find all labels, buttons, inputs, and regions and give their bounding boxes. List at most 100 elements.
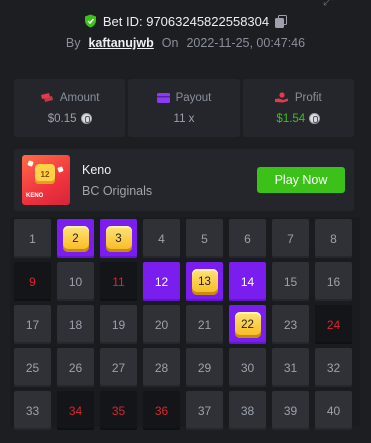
keno-hit-gem: 13 bbox=[191, 268, 218, 295]
keno-cell-6: 6 bbox=[229, 219, 266, 258]
keno-cell-number: 4 bbox=[158, 231, 165, 246]
keno-cell-25: 25 bbox=[14, 348, 51, 387]
keno-hit-gem: 3 bbox=[105, 225, 132, 252]
keno-thumbnail[interactable]: 12 KENO bbox=[22, 155, 70, 205]
keno-cell-10: 10 bbox=[57, 262, 94, 301]
keno-cell-number: 33 bbox=[25, 403, 40, 418]
game-card: 12 KENO Keno BC Originals Play Now bbox=[14, 149, 354, 211]
keno-cell-14: 14 bbox=[229, 262, 266, 301]
keno-cell-8: 8 bbox=[315, 219, 352, 258]
keno-cell-2: 2 bbox=[57, 219, 94, 258]
bet-details-header: ⤢ Bet ID: 97063245822558304 By kaftanujw… bbox=[0, 0, 371, 58]
bet-datetime: 2022-11-25, 00:47:46 bbox=[186, 36, 306, 50]
keno-cell-16: 16 bbox=[315, 262, 352, 301]
card-icon bbox=[156, 92, 170, 103]
stat-profit-value: $1.54 bbox=[276, 112, 306, 125]
stat-profit: Profit $1.54 bbox=[242, 79, 354, 137]
keno-cell-number: 35 bbox=[111, 403, 126, 418]
keno-cell-28: 28 bbox=[143, 348, 180, 387]
keno-cell-number: 15 bbox=[283, 274, 298, 289]
keno-cell-number: 16 bbox=[326, 274, 341, 289]
keno-cell-31: 31 bbox=[272, 348, 309, 387]
bet-id-text: Bet ID: 97063245822558304 bbox=[102, 13, 270, 29]
username-link[interactable]: kaftanujwb bbox=[88, 36, 153, 50]
by-label: By bbox=[65, 36, 81, 50]
keno-cell-number: 29 bbox=[197, 360, 212, 375]
keno-cell-29: 29 bbox=[186, 348, 223, 387]
keno-cell-34: 34 bbox=[57, 391, 94, 430]
shield-check-icon bbox=[84, 14, 96, 28]
keno-cell-number: 17 bbox=[25, 317, 40, 332]
keno-cell-3: 3 bbox=[100, 219, 137, 258]
keno-cell-38: 38 bbox=[229, 391, 266, 430]
keno-cell-number: 26 bbox=[68, 360, 83, 375]
stat-payout: Payout 11 x bbox=[128, 79, 240, 137]
keno-cell-12: 12 bbox=[143, 262, 180, 301]
keno-cell-24: 24 bbox=[315, 305, 352, 344]
keno-cell-number: 34 bbox=[68, 403, 83, 418]
keno-hit-gem: 22 bbox=[234, 311, 261, 338]
keno-cell-number: 18 bbox=[68, 317, 83, 332]
author-row: By kaftanujwb On 2022-11-25, 00:47:46 bbox=[0, 34, 371, 52]
keno-cell-number: 9 bbox=[29, 274, 36, 289]
keno-cell-11: 11 bbox=[100, 262, 137, 301]
on-label: On bbox=[161, 36, 179, 50]
keno-cell-number: 20 bbox=[154, 317, 169, 332]
game-provider: BC Originals bbox=[82, 184, 153, 198]
keno-cell-number: 36 bbox=[154, 403, 169, 418]
keno-cell-number: 12 bbox=[154, 274, 169, 289]
copy-icon[interactable] bbox=[275, 14, 288, 28]
money-icon bbox=[40, 93, 53, 102]
keno-cell-15: 15 bbox=[272, 262, 309, 301]
keno-grid: 1 2 3 4 5 6 7 8 9 10 11 12 13 14 15 16 17 18 19 20 21 22 23 24 2… bbox=[14, 219, 352, 430]
keno-cell-32: 32 bbox=[315, 348, 352, 387]
thumb-label: KENO bbox=[26, 193, 44, 199]
keno-cell-number: 31 bbox=[283, 360, 298, 375]
thumb-number: 12 bbox=[35, 164, 55, 184]
keno-cell-number: 28 bbox=[154, 360, 169, 375]
keno-cell-number: 1 bbox=[29, 231, 36, 246]
keno-board: 1 2 3 4 5 6 7 8 9 10 11 12 13 14 15 16 17 18 19 20 21 22 23 24 2… bbox=[10, 217, 360, 430]
keno-cell-17: 17 bbox=[14, 305, 51, 344]
stat-payout-value: 11 x bbox=[173, 112, 195, 125]
keno-hit-gem: 2 bbox=[62, 225, 89, 252]
keno-cell-23: 23 bbox=[272, 305, 309, 344]
stat-amount-label: Amount bbox=[59, 91, 100, 104]
keno-cell-number: 32 bbox=[326, 360, 341, 375]
keno-cell-9: 9 bbox=[14, 262, 51, 301]
keno-cell-22: 22 bbox=[229, 305, 266, 344]
keno-cell-18: 18 bbox=[57, 305, 94, 344]
coin-icon bbox=[309, 113, 321, 124]
keno-cell-number: 10 bbox=[68, 274, 83, 289]
keno-cell-37: 37 bbox=[186, 391, 223, 430]
keno-cell-number: 11 bbox=[112, 274, 125, 289]
keno-cell-5: 5 bbox=[186, 219, 223, 258]
keno-cell-40: 40 bbox=[315, 391, 352, 430]
keno-cell-27: 27 bbox=[100, 348, 137, 387]
profit-hand-icon bbox=[274, 92, 288, 103]
keno-cell-number: 6 bbox=[244, 231, 251, 246]
keno-cell-21: 21 bbox=[186, 305, 223, 344]
stat-payout-label: Payout bbox=[175, 91, 212, 104]
keno-cell-33: 33 bbox=[14, 391, 51, 430]
keno-cell-number: 30 bbox=[240, 360, 255, 375]
keno-cell-number: 38 bbox=[240, 403, 255, 418]
expand-icon[interactable]: ⤢ bbox=[323, 0, 337, 8]
keno-cell-number: 40 bbox=[326, 403, 341, 418]
bet-id-row: Bet ID: 97063245822558304 bbox=[0, 12, 371, 30]
coin-icon bbox=[80, 113, 92, 124]
keno-cell-number: 25 bbox=[25, 360, 40, 375]
keno-cell-20: 20 bbox=[143, 305, 180, 344]
keno-cell-number: 39 bbox=[283, 403, 298, 418]
keno-cell-13: 13 bbox=[186, 262, 223, 301]
dice-decoration-icon bbox=[27, 160, 34, 167]
stat-profit-label: Profit bbox=[294, 91, 322, 104]
keno-cell-30: 30 bbox=[229, 348, 266, 387]
keno-cell-number: 21 bbox=[197, 317, 212, 332]
game-name: Keno bbox=[82, 163, 112, 177]
keno-cell-number: 7 bbox=[287, 231, 294, 246]
play-now-button[interactable]: Play Now bbox=[257, 167, 345, 193]
stat-amount-value: $0.15 bbox=[47, 112, 77, 125]
keno-cell-number: 8 bbox=[330, 231, 337, 246]
keno-cell-number: 14 bbox=[240, 274, 255, 289]
